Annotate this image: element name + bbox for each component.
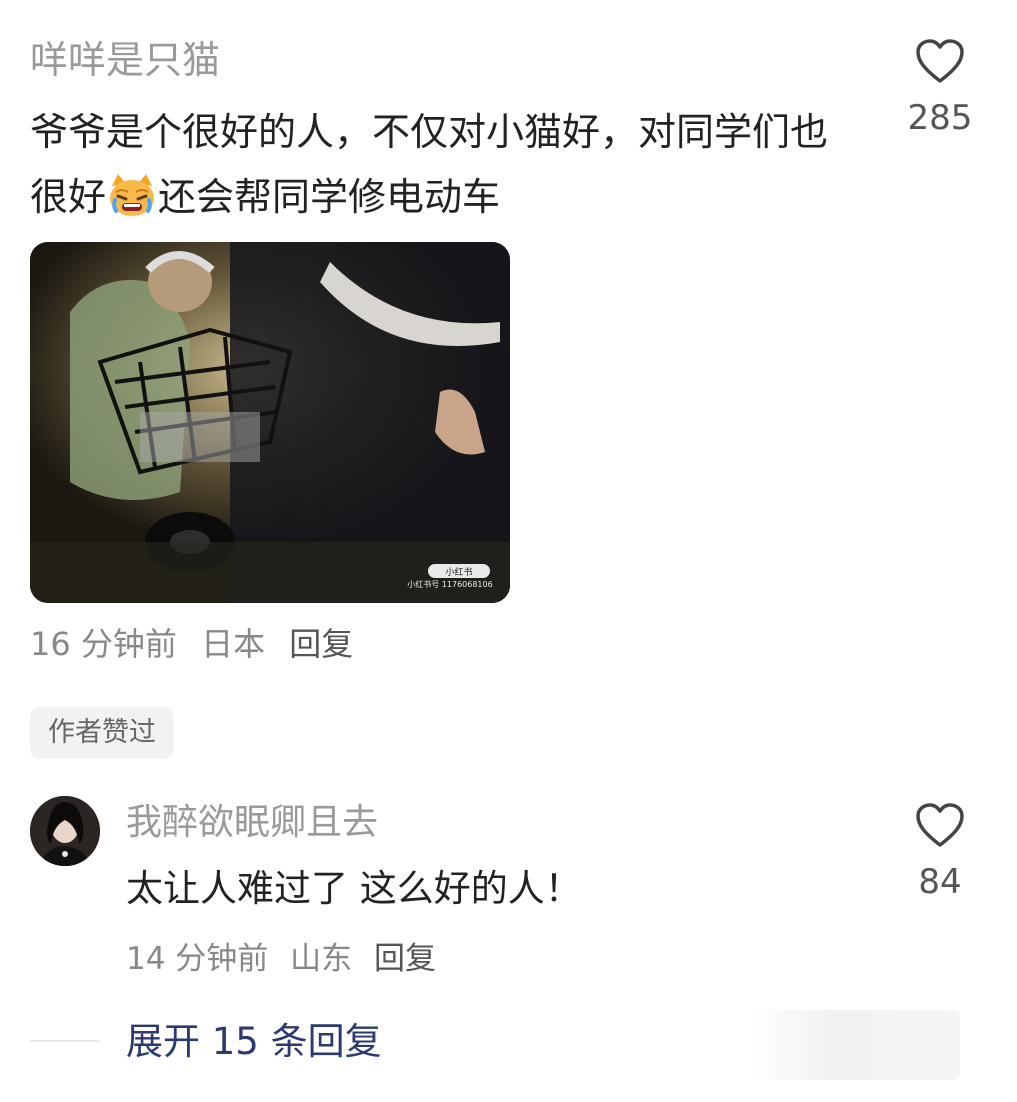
photo-watermark-id: 小红书号 1176068106 bbox=[407, 579, 492, 589]
blurred-area bbox=[750, 1010, 960, 1080]
reply-comment-text: 太让人难过了 这么好的人！ bbox=[126, 867, 582, 910]
reply-comment-reply-button[interactable]: 回复 bbox=[374, 941, 436, 977]
main-comment-reply-button[interactable]: 回复 bbox=[289, 625, 353, 663]
crying-cat-emoji-icon bbox=[106, 172, 158, 218]
main-comment-text: 爷爷是个很好的人，不仅对小猫好，对同学们也很好 还会帮同学修电动车 bbox=[30, 100, 860, 230]
comment-photo[interactable]: 小红书 小红书号 1176068106 bbox=[30, 242, 510, 603]
reply-comment: 我醉欲眠卿且去 太让人难过了 这么好的人！ 14 分钟前 山东 回复 84 bbox=[0, 790, 1017, 990]
main-comment-location: 日本 bbox=[201, 625, 266, 663]
reply-like-count: 84 bbox=[918, 862, 962, 902]
avatar[interactable] bbox=[30, 796, 100, 866]
main-comment-text-part2: 还会帮同学修电动车 bbox=[158, 175, 501, 219]
reply-comment-meta: 14 分钟前 山东 回复 bbox=[126, 936, 448, 982]
divider bbox=[30, 1040, 100, 1042]
main-like-count: 285 bbox=[907, 98, 973, 138]
expand-replies-row: 展开 15 条回复 bbox=[0, 1010, 1017, 1080]
main-comment-time: 16 分钟前 bbox=[30, 625, 177, 663]
reply-comment-time: 14 分钟前 bbox=[126, 941, 269, 977]
author-liked-badge: 作者赞过 bbox=[30, 707, 174, 759]
reply-comment-like[interactable]: 84 bbox=[900, 802, 980, 902]
expand-replies-button[interactable]: 展开 15 条回复 bbox=[126, 1018, 382, 1066]
photo-watermark-brand: 小红书 bbox=[445, 566, 472, 578]
main-comment-username[interactable]: 咩咩是只猫 bbox=[30, 36, 220, 84]
main-comment: 咩咩是只猫 爷爷是个很好的人，不仅对小猫好，对同学们也很好 还会帮同学修电动车 … bbox=[0, 0, 1017, 759]
heart-icon[interactable] bbox=[915, 38, 965, 84]
main-comment-meta: 16 分钟前 日本 回复 bbox=[30, 620, 367, 668]
reply-comment-location: 山东 bbox=[290, 941, 353, 977]
heart-icon[interactable] bbox=[915, 802, 965, 848]
reply-comment-username[interactable]: 我醉欲眠卿且去 bbox=[126, 800, 378, 846]
main-comment-like[interactable]: 285 bbox=[900, 38, 980, 138]
